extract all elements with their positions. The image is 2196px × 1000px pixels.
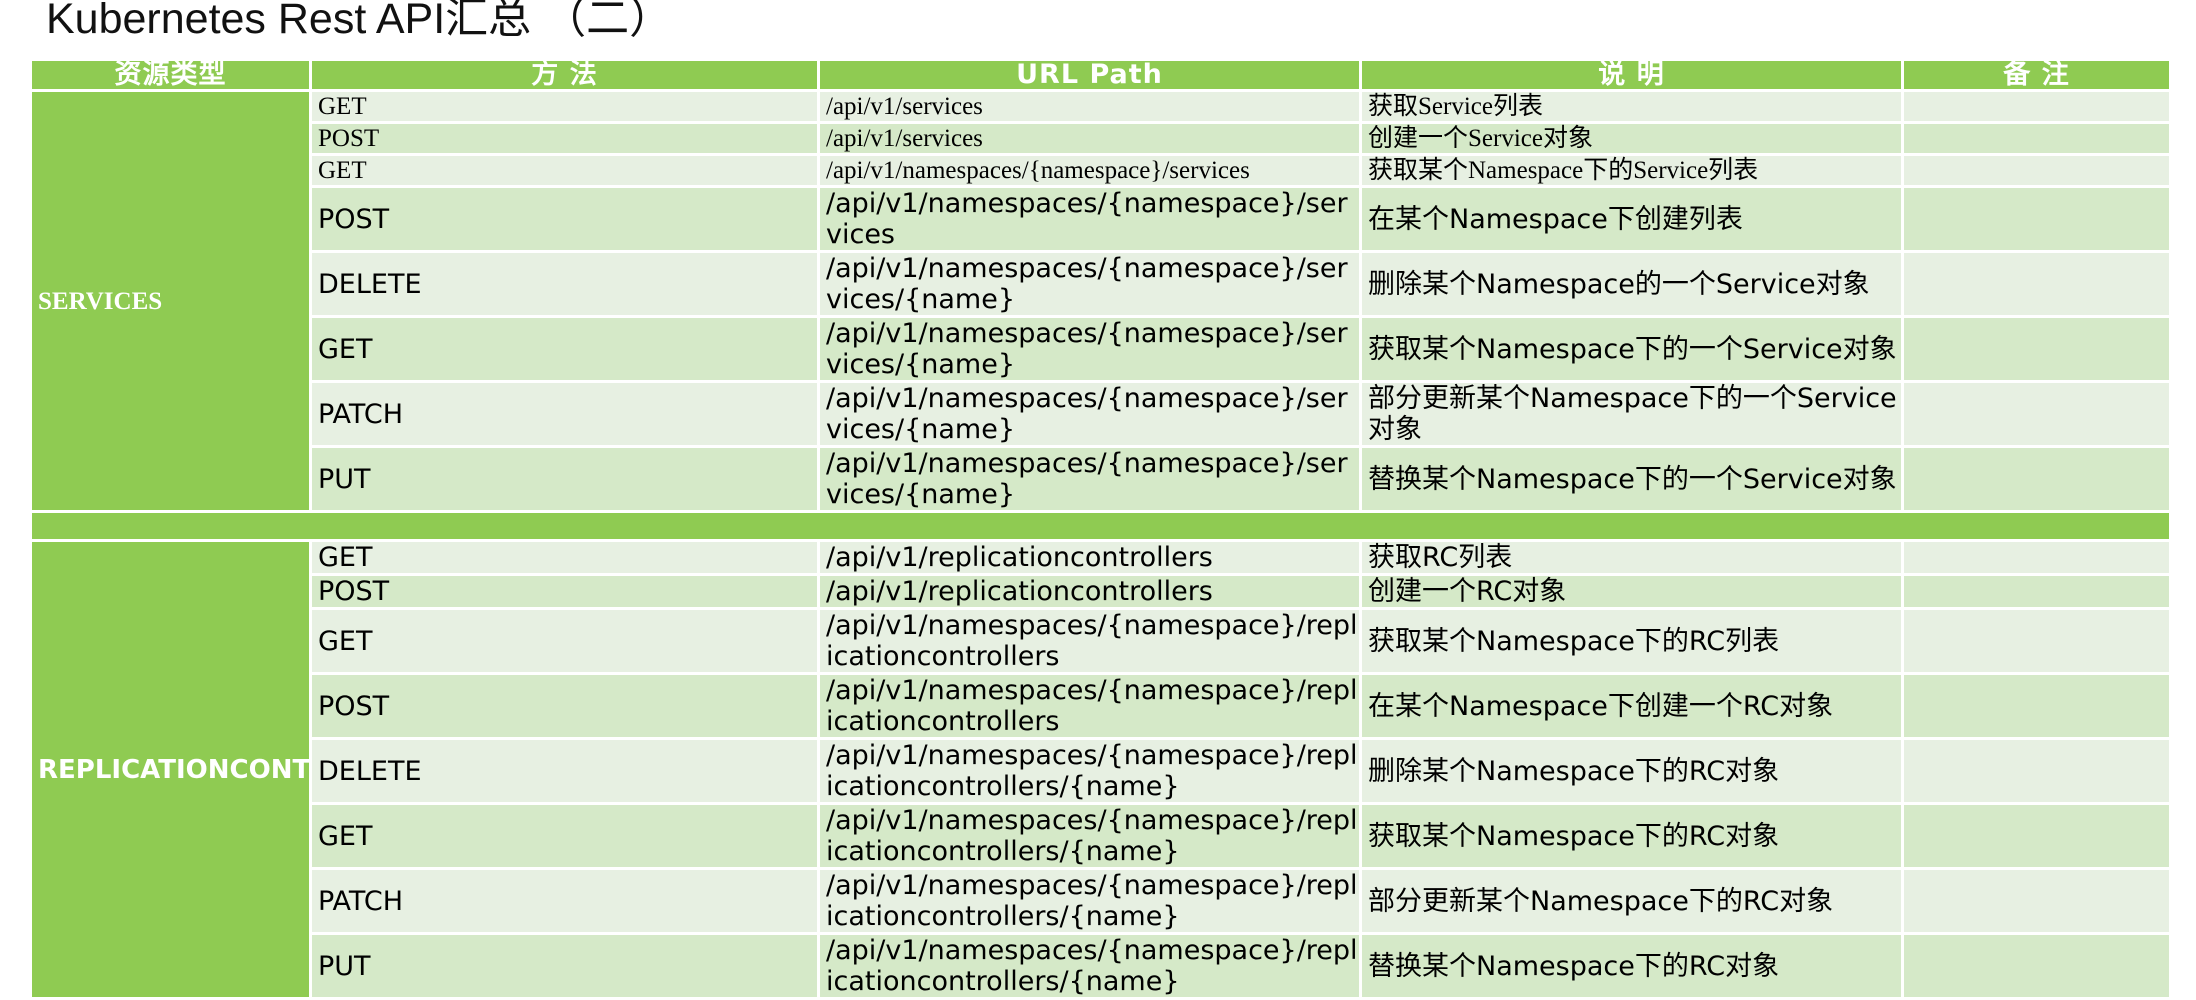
table-row: POST /api/v1/replicationcontrollers 创建一个… [31, 573, 2172, 610]
method-cell: GET [309, 153, 820, 188]
header-method: 方 法 [309, 58, 820, 92]
path-cell: /api/v1/namespaces/{namespace}/services/… [817, 380, 1362, 448]
note-cell [1901, 121, 2172, 156]
method-cell: GET [309, 802, 820, 870]
path-cell: /api/v1/services [817, 121, 1362, 156]
table-row: DELETE /api/v1/namespaces/{namespace}/re… [31, 737, 2172, 805]
method-cell: PUT [309, 445, 820, 513]
method-cell: POST [309, 121, 820, 156]
path-cell: /api/v1/namespaces/{namespace}/replicati… [817, 932, 1362, 1000]
path-cell: /api/v1/services [817, 89, 1362, 124]
note-cell [1901, 185, 2172, 253]
table-row: GET /api/v1/namespaces/{namespace}/servi… [31, 315, 2172, 383]
note-cell [1901, 672, 2172, 740]
method-cell: GET [309, 607, 820, 675]
description-cell: 在某个Namespace下创建一个RC对象 [1359, 672, 1904, 740]
description-cell: 删除某个Namespace下的RC对象 [1359, 737, 1904, 805]
description-cell: 获取某个Namespace下的一个Service对象 [1359, 315, 1904, 383]
method-cell: POST [309, 185, 820, 253]
path-cell: /api/v1/namespaces/{namespace}/services [817, 185, 1362, 253]
table-row: PATCH /api/v1/namespaces/{namespace}/rep… [31, 867, 2172, 935]
table-row: PATCH /api/v1/namespaces/{namespace}/ser… [31, 380, 2172, 448]
note-cell [1901, 380, 2172, 448]
table-row: POST /api/v1/namespaces/{namespace}/repl… [31, 672, 2172, 740]
note-cell [1901, 539, 2172, 576]
resource-type-cell: REPLICATIONCONTROLLERS [29, 539, 312, 1000]
method-cell: DELETE [309, 250, 820, 318]
description-cell: 获取RC列表 [1359, 539, 1904, 576]
method-cell: PATCH [309, 867, 820, 935]
method-cell: GET [309, 539, 820, 576]
table-row: PUT /api/v1/namespaces/{namespace}/servi… [31, 445, 2172, 513]
table-row: GET /api/v1/namespaces/{namespace}/repli… [31, 802, 2172, 870]
path-cell: /api/v1/namespaces/{namespace}/services/… [817, 250, 1362, 318]
description-cell: 获取Service列表 [1359, 89, 1904, 124]
method-cell: GET [309, 89, 820, 124]
path-cell: /api/v1/namespaces/{namespace}/services [817, 153, 1362, 188]
note-cell [1901, 250, 2172, 318]
description-cell: 替换某个Namespace下的RC对象 [1359, 932, 1904, 1000]
description-cell: 创建一个RC对象 [1359, 573, 1904, 610]
description-cell: 删除某个Namespace的一个Service对象 [1359, 250, 1904, 318]
api-table: 资源类型 方 法 URL Path 说 明 备 注 SERVICES GET /… [29, 58, 2172, 1000]
table-row: PUT /api/v1/namespaces/{namespace}/repli… [31, 932, 2172, 1000]
method-cell: DELETE [309, 737, 820, 805]
header-resource-type: 资源类型 [29, 58, 312, 92]
note-cell [1901, 445, 2172, 513]
note-cell [1901, 153, 2172, 188]
note-cell [1901, 932, 2172, 1000]
group-separator [29, 510, 2172, 542]
description-cell: 获取某个Namespace下的RC列表 [1359, 607, 1904, 675]
path-cell: /api/v1/namespaces/{namespace}/replicati… [817, 672, 1362, 740]
header-description: 说 明 [1359, 58, 1904, 92]
method-cell: PUT [309, 932, 820, 1000]
path-cell: /api/v1/namespaces/{namespace}/services/… [817, 315, 1362, 383]
note-cell [1901, 315, 2172, 383]
description-cell: 在某个Namespace下创建列表 [1359, 185, 1904, 253]
table-row: SERVICES GET /api/v1/services 获取Service列… [29, 89, 2172, 513]
page-title: Kubernetes Rest API汇总 （二） [46, 0, 673, 43]
description-cell: 替换某个Namespace下的一个Service对象 [1359, 445, 1904, 513]
table-header-row: 资源类型 方 法 URL Path 说 明 备 注 [29, 58, 2172, 92]
path-cell: /api/v1/replicationcontrollers [817, 539, 1362, 576]
path-cell: /api/v1/namespaces/{namespace}/replicati… [817, 867, 1362, 935]
header-notes: 备 注 [1901, 58, 2172, 92]
method-cell: POST [309, 672, 820, 740]
table-row: GET /api/v1/namespaces/{namespace}/servi… [31, 153, 2172, 188]
note-cell [1901, 89, 2172, 124]
method-cell: GET [309, 315, 820, 383]
description-cell: 获取某个Namespace下的Service列表 [1359, 153, 1904, 188]
description-cell: 部分更新某个Namespace下的RC对象 [1359, 867, 1904, 935]
path-cell: /api/v1/namespaces/{namespace}/replicati… [817, 802, 1362, 870]
note-cell [1901, 737, 2172, 805]
table-row: POST /api/v1/services 创建一个Service对象 [31, 121, 2172, 156]
path-cell: /api/v1/namespaces/{namespace}/replicati… [817, 737, 1362, 805]
resource-type-cell: SERVICES [29, 89, 312, 513]
header-url-path: URL Path [817, 58, 1362, 92]
path-cell: /api/v1/replicationcontrollers [817, 573, 1362, 610]
method-cell: POST [309, 573, 820, 610]
note-cell [1901, 802, 2172, 870]
description-cell: 创建一个Service对象 [1359, 121, 1904, 156]
table-row: POST /api/v1/namespaces/{namespace}/serv… [31, 185, 2172, 253]
method-cell: PATCH [309, 380, 820, 448]
table-row: GET /api/v1/namespaces/{namespace}/repli… [31, 607, 2172, 675]
path-cell: /api/v1/namespaces/{namespace}/replicati… [817, 607, 1362, 675]
table-row: REPLICATIONCONTROLLERS GET /api/v1/repli… [29, 539, 2172, 1000]
path-cell: /api/v1/namespaces/{namespace}/services/… [817, 445, 1362, 513]
note-cell [1901, 867, 2172, 935]
description-cell: 获取某个Namespace下的RC对象 [1359, 802, 1904, 870]
table-row: DELETE /api/v1/namespaces/{namespace}/se… [31, 250, 2172, 318]
description-cell: 部分更新某个Namespace下的一个Service对象 [1359, 380, 1904, 448]
note-cell [1901, 573, 2172, 610]
group-separator-row [29, 510, 2172, 542]
note-cell [1901, 607, 2172, 675]
